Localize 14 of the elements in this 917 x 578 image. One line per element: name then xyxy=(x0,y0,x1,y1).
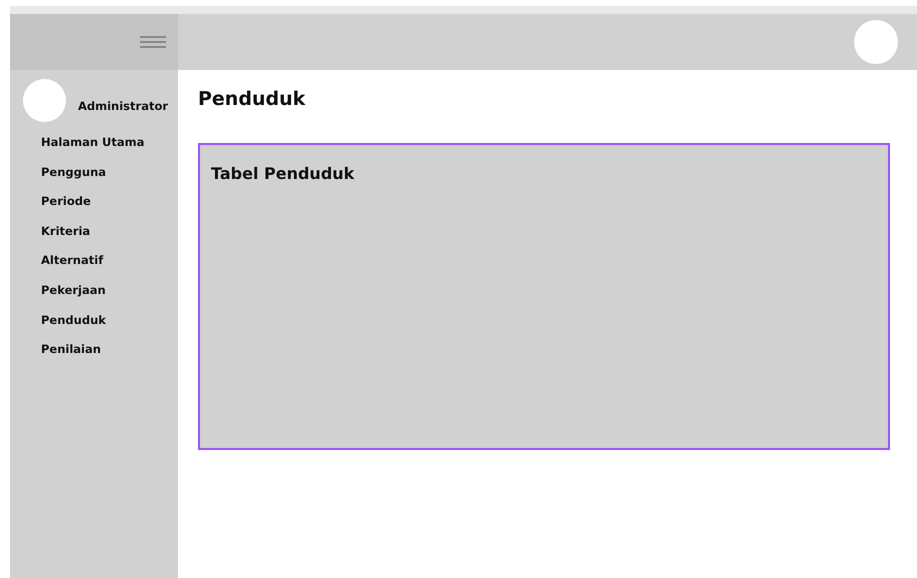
menu-icon[interactable] xyxy=(140,34,166,50)
avatar-icon[interactable] xyxy=(854,20,898,64)
sidebar-item[interactable]: Pengguna xyxy=(41,164,178,194)
sidebar-item[interactable]: Alternatif xyxy=(41,252,178,282)
user-name: Administrator xyxy=(78,99,168,113)
card-title: Tabel Penduduk xyxy=(211,164,356,183)
sidebar-item[interactable]: Periode xyxy=(41,193,178,223)
sidebar-item[interactable]: Halaman Utama xyxy=(41,134,178,164)
avatar-icon xyxy=(23,78,66,122)
sidebar-item[interactable]: Pekerjaan xyxy=(41,282,178,312)
page-title: Penduduk xyxy=(198,88,306,110)
sidebar-item[interactable]: Penilaian xyxy=(41,341,178,371)
sidebar-item[interactable]: Kriteria xyxy=(41,222,178,252)
sidebar-item[interactable]: Penduduk xyxy=(41,312,178,342)
